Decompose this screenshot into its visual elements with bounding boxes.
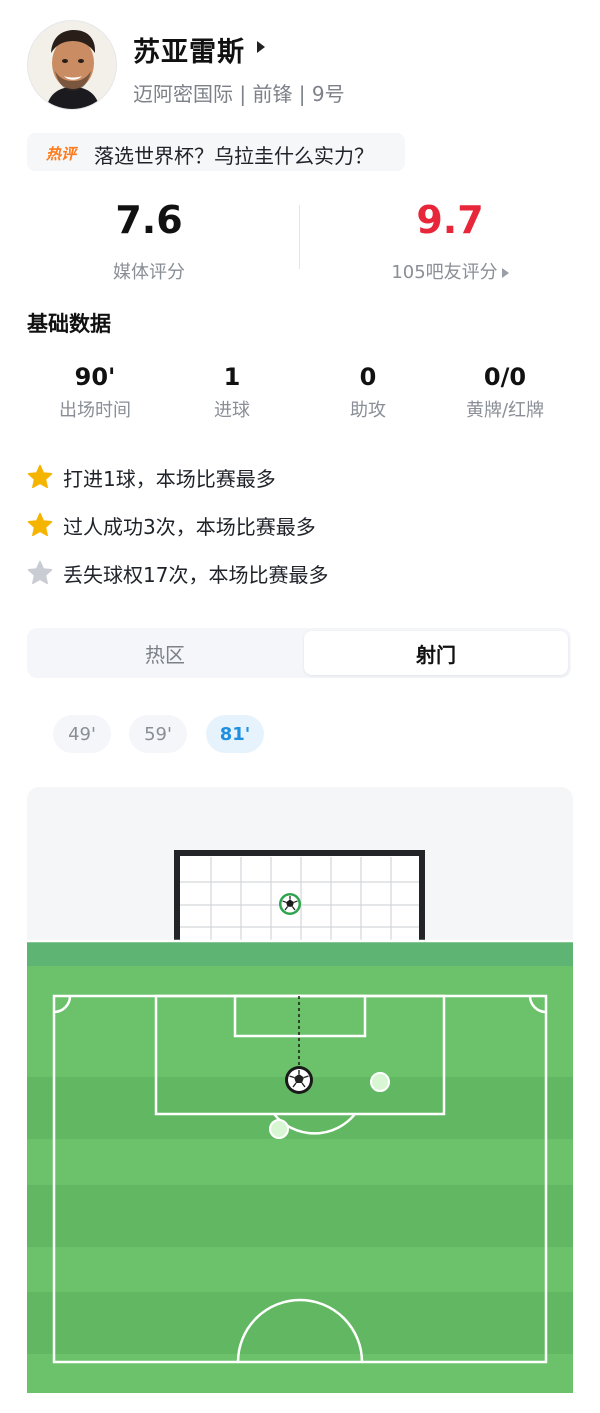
shot-marker[interactable]	[370, 1072, 390, 1092]
pitch-diagram	[27, 850, 573, 1393]
hot-topic-banner[interactable]: 热评 落选世界杯？乌拉圭什么实力？	[27, 133, 405, 171]
stat-value: 0/0	[483, 363, 527, 391]
shot-map	[27, 787, 573, 1393]
player-detail-arrow-icon[interactable]	[257, 41, 265, 53]
gold-star-icon	[27, 512, 53, 537]
stat-label: 助攻	[350, 400, 386, 421]
fans-rating-link[interactable]: 105吧友评分	[350, 258, 550, 284]
goal-frame	[174, 850, 425, 946]
team-position-number: 迈阿密国际 | 前锋 | 9号	[133, 82, 345, 106]
shot-marker[interactable]	[269, 1119, 289, 1139]
highlight-item: 丢失球权17次，本场比赛最多	[27, 558, 328, 588]
media-rating-score: 7.6	[115, 198, 183, 242]
highlight-text: 打进1球，本场比赛最多	[63, 466, 276, 491]
stat-assists: 0 助攻	[303, 360, 433, 422]
shot-minute-chip[interactable]: 49'	[53, 715, 111, 753]
stat-value: 1	[223, 363, 241, 391]
player-avatar	[27, 20, 117, 110]
shot-minute-chip[interactable]: 59'	[129, 715, 187, 753]
player-name[interactable]: 苏亚雷斯	[133, 30, 245, 69]
highlight-text: 丢失球权17次，本场比赛最多	[63, 562, 329, 587]
gold-star-icon	[27, 464, 53, 489]
stat-label: 进球	[214, 400, 250, 421]
view-tab-bar: 热区 射门	[27, 628, 571, 678]
tab-heat-map[interactable]: 热区	[30, 631, 300, 675]
player-portrait-icon	[28, 21, 116, 109]
fans-rating-score[interactable]: 9.7	[350, 198, 550, 242]
stat-minutes-played: 90' 出场时间	[30, 360, 160, 422]
stat-cards: 0/0 黄牌/红牌	[440, 360, 570, 422]
stat-value: 0	[359, 363, 377, 391]
highlight-item: 打进1球，本场比赛最多	[27, 462, 276, 492]
stat-goals: 1 进球	[167, 360, 297, 422]
gray-star-icon	[27, 560, 53, 585]
rating-divider	[299, 205, 300, 269]
stat-value: 90'	[74, 363, 116, 391]
shot-minute-chip-selected[interactable]: 81'	[206, 715, 264, 753]
media-rating-label: 媒体评分	[113, 262, 185, 283]
highlight-item: 过人成功3次，本场比赛最多	[27, 510, 316, 540]
basic-stats-title: 基础数据	[27, 312, 111, 336]
tab-shots[interactable]: 射门	[304, 631, 568, 675]
stat-label: 出场时间	[59, 400, 131, 421]
selected-shot-ball-icon[interactable]	[285, 1066, 313, 1094]
hot-topic-text: 落选世界杯？乌拉圭什么实力？	[94, 144, 374, 168]
goal-placement-ball-icon	[279, 893, 301, 915]
fans-rating-label: 105吧友评分	[391, 262, 498, 283]
hot-topic-tag: 热评	[46, 145, 77, 163]
chevron-right-icon	[501, 268, 509, 278]
highlight-text: 过人成功3次，本场比赛最多	[63, 514, 316, 539]
stat-label: 黄牌/红牌	[465, 400, 545, 421]
